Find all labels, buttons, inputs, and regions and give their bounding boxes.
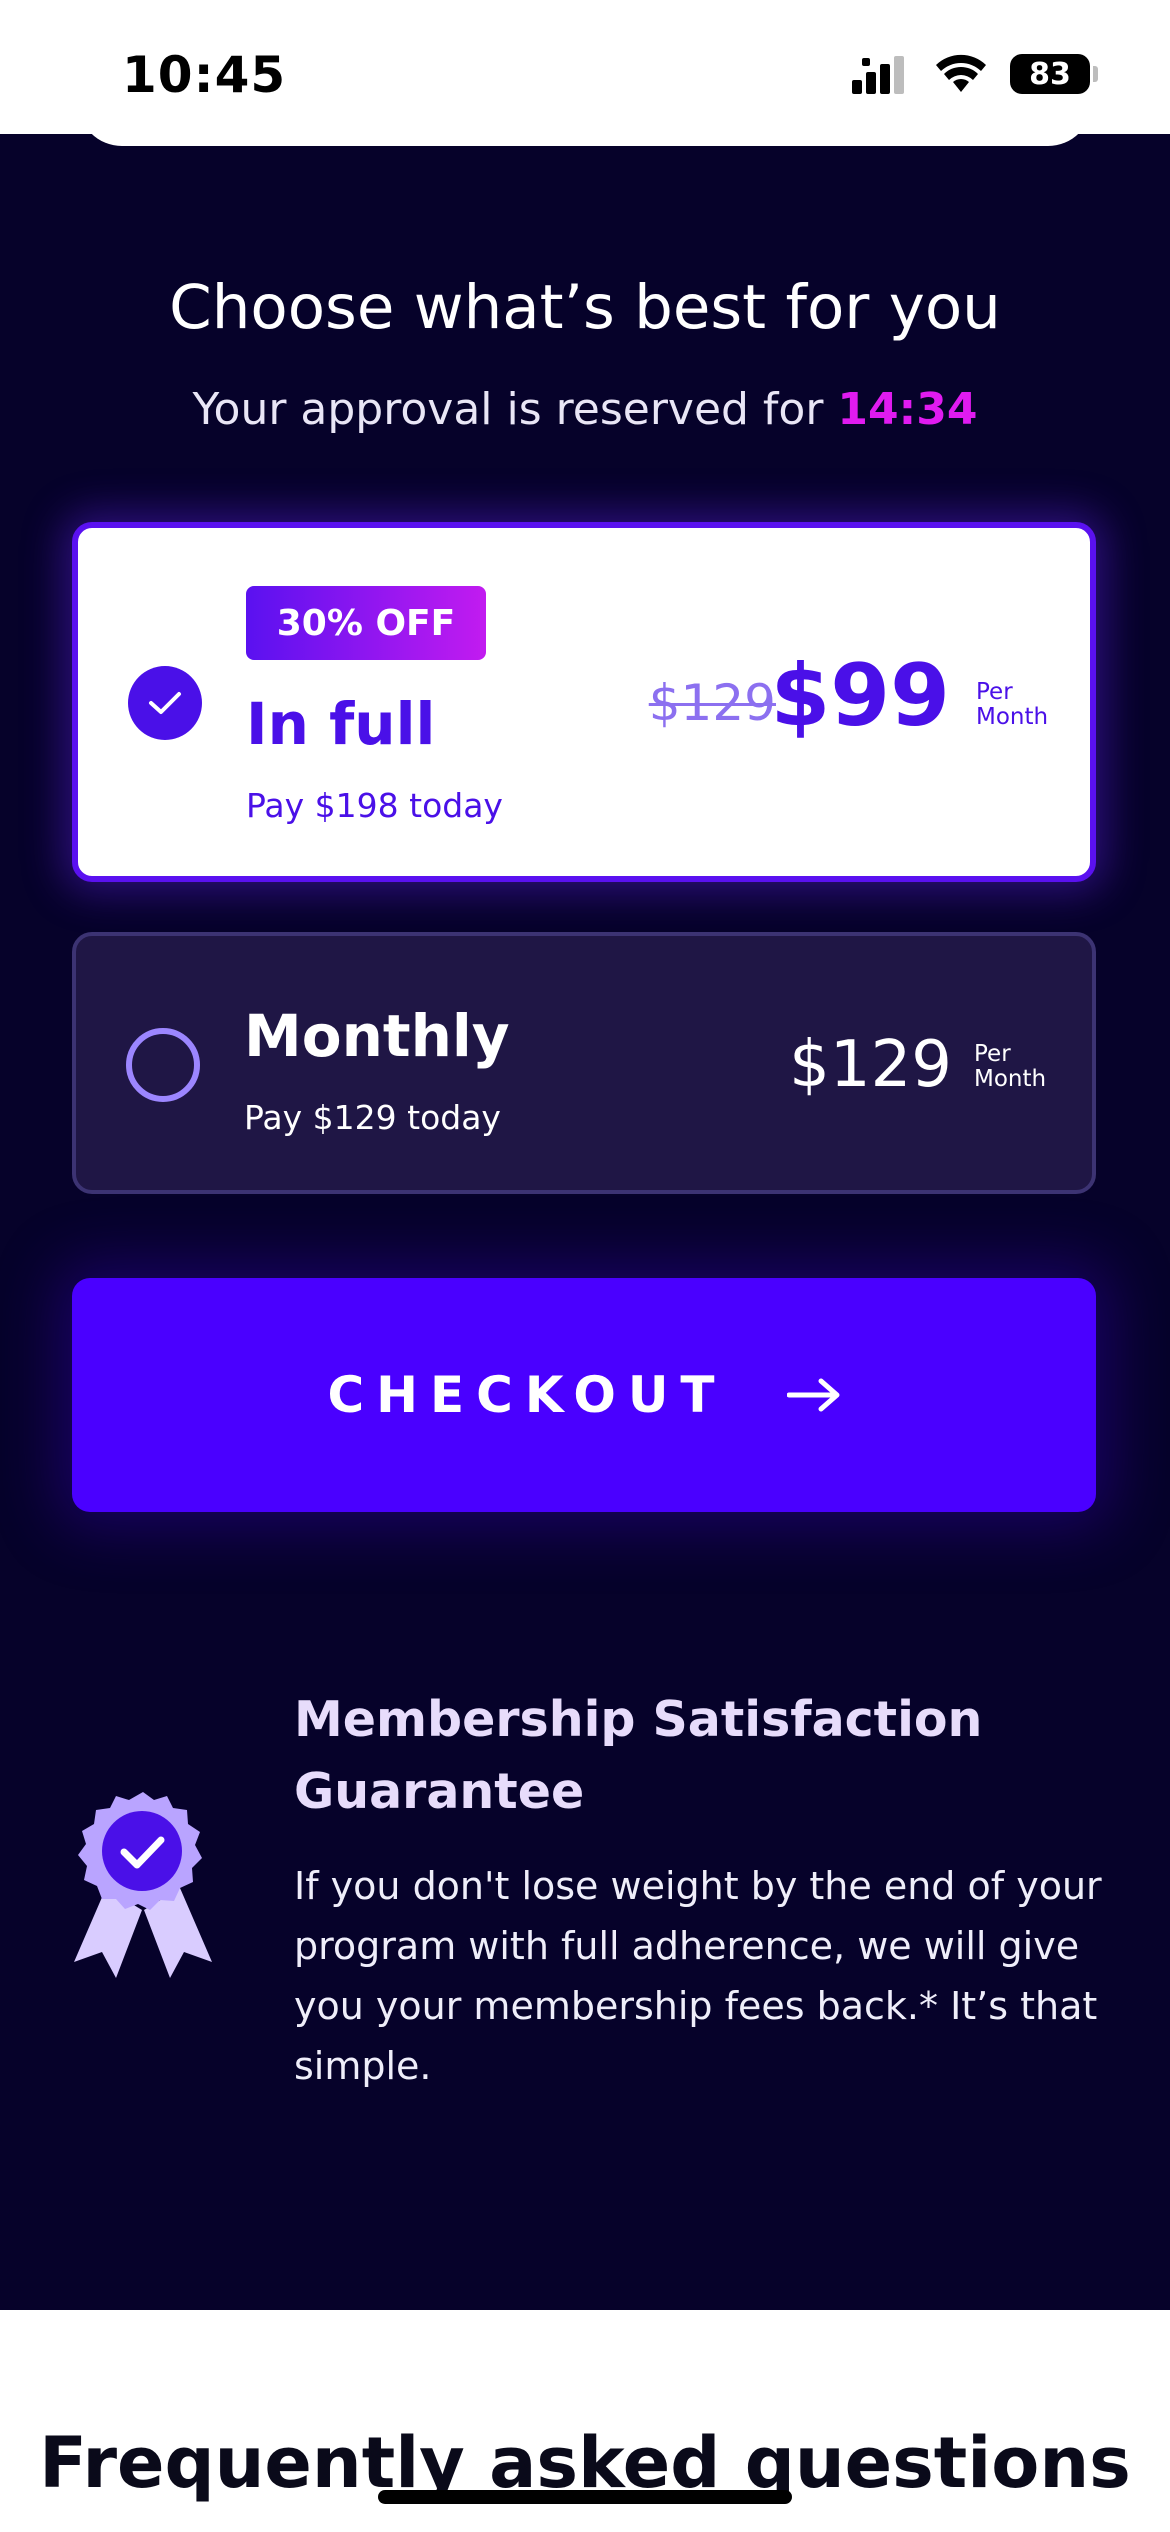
wifi-icon	[936, 54, 986, 92]
ribbon-badge-icon	[74, 1792, 212, 1978]
price-period-line1: Per	[974, 1041, 1011, 1067]
checkmark-icon	[149, 692, 181, 714]
plan-subtitle: Pay $129 today	[244, 1098, 501, 1137]
price-period-line2: Month	[974, 1066, 1047, 1092]
plan-price: $129	[789, 1028, 952, 1102]
plan-unselected-radio[interactable]	[126, 1028, 200, 1102]
checkout-label: CHECKOUT	[327, 1366, 727, 1424]
plan-selected-radio[interactable]	[128, 666, 202, 740]
price-period: Per Month	[974, 1042, 1046, 1092]
top-card-edge	[78, 96, 1092, 146]
status-icons: 83	[852, 54, 1098, 94]
reservation-subtitle: Your approval is reserved for 14:34	[0, 384, 1170, 435]
checkout-button[interactable]: CHECKOUT	[72, 1278, 1096, 1512]
plan-subtitle: Pay $198 today	[246, 786, 503, 825]
guarantee-text: If you don't lose weight by the end of y…	[294, 1864, 1102, 2088]
reservation-text: Your approval is reserved for	[192, 384, 838, 435]
price-period-line2: Month	[976, 704, 1049, 730]
cellular-signal-icon	[852, 56, 904, 94]
price-period: Per Month	[976, 680, 1048, 730]
battery-level: 83	[1029, 56, 1071, 92]
original-price: $129	[648, 674, 776, 732]
plan-option-in-full[interactable]: 30% OFF In full Pay $198 today $129 $99 …	[72, 522, 1096, 882]
plan-title: Monthly	[244, 1002, 510, 1070]
discount-badge: 30% OFF	[246, 586, 486, 660]
page-title: Choose what’s best for you	[169, 272, 1001, 343]
plan-price: $99	[770, 646, 950, 746]
plan-option-monthly[interactable]: Monthly Pay $129 today $129 Per Month	[72, 932, 1096, 1194]
plan-title: In full	[246, 690, 436, 758]
home-indicator[interactable]	[378, 2490, 792, 2504]
reservation-timer: 14:34	[837, 384, 978, 435]
price-period-line1: Per	[976, 679, 1013, 705]
arrow-right-icon	[786, 1377, 841, 1413]
battery-icon: 83	[1010, 54, 1098, 94]
guarantee-title: Membership Satisfaction Guarantee	[294, 1691, 983, 1820]
